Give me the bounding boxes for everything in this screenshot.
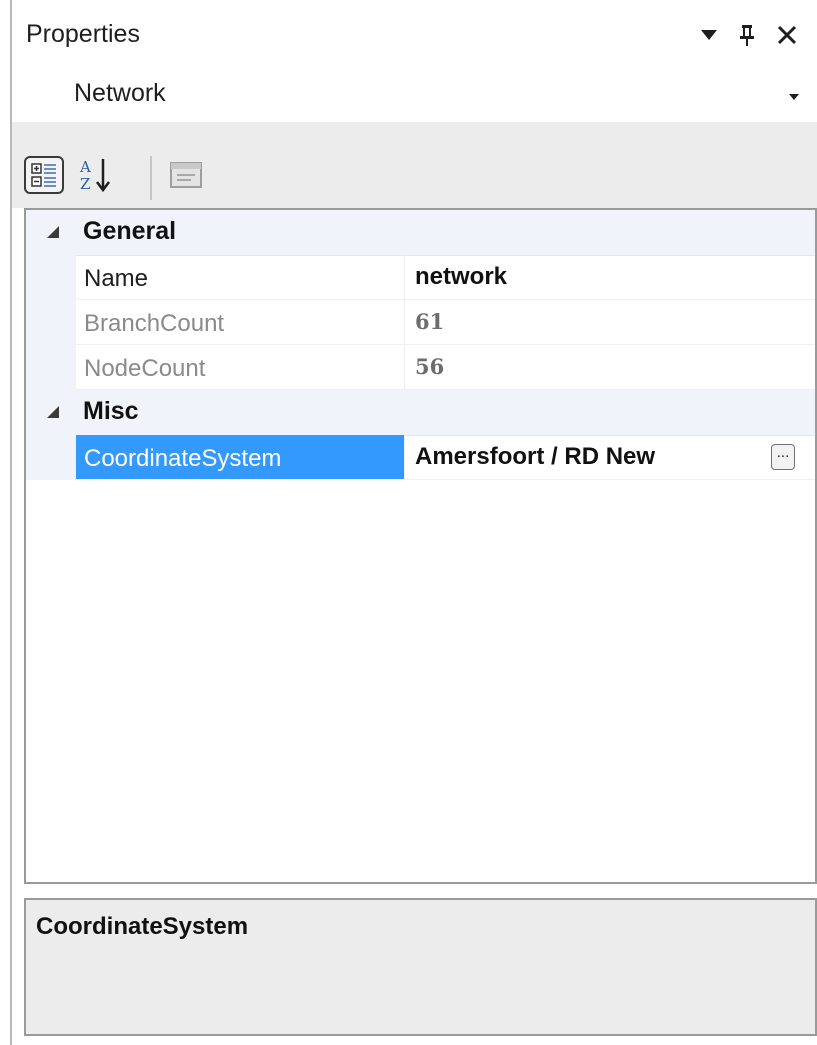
property-value: 56	[404, 345, 815, 390]
properties-panel: Properties Network A Z General Name netw…	[10, 0, 817, 1045]
category-general[interactable]: General	[26, 210, 815, 256]
property-value: 61	[404, 300, 815, 345]
svg-text:Z: Z	[80, 175, 90, 193]
alphabetical-button[interactable]: A Z	[72, 154, 120, 196]
description-title: CoordinateSystem	[36, 913, 249, 940]
row-gutter	[26, 300, 76, 345]
property-name: CoordinateSystem	[76, 435, 404, 480]
property-pages-icon	[170, 162, 202, 188]
category-label: Misc	[83, 397, 139, 425]
property-row-name[interactable]: Name network	[26, 255, 815, 300]
row-gutter	[26, 435, 76, 480]
property-name: NodeCount	[76, 345, 404, 390]
row-gutter	[26, 345, 76, 390]
object-selector[interactable]: Network	[12, 70, 817, 122]
collapse-triangle-icon[interactable]	[46, 225, 60, 244]
sort-az-icon: A Z	[79, 158, 110, 193]
ellipsis-button[interactable]: ...	[771, 444, 795, 470]
property-row-coordinatesystem[interactable]: CoordinateSystem Amersfoort / RD New ...	[26, 435, 815, 480]
property-grid-toolbar: A Z	[12, 122, 817, 208]
collapse-triangle-icon[interactable]	[46, 405, 60, 424]
property-grid: General Name network BranchCount 61 Node…	[24, 208, 817, 884]
toolbar-separator	[150, 156, 152, 200]
categorized-button[interactable]	[20, 154, 68, 196]
selected-object-name: Network	[74, 79, 166, 107]
property-pages-button	[162, 154, 210, 196]
row-gutter	[26, 255, 76, 300]
pin-icon[interactable]	[732, 18, 762, 52]
property-row-nodecount[interactable]: NodeCount 56	[26, 345, 815, 390]
property-row-branchcount[interactable]: BranchCount 61	[26, 300, 815, 345]
description-pane: CoordinateSystem	[24, 898, 817, 1036]
svg-text:A: A	[79, 158, 91, 176]
panel-title-bar: Properties	[12, 0, 817, 70]
property-value-text: Amersfoort / RD New	[415, 443, 656, 470]
property-name: BranchCount	[76, 300, 404, 345]
window-position-dropdown-icon[interactable]	[694, 18, 724, 52]
panel-title: Properties	[26, 20, 140, 48]
categorized-icon	[24, 156, 64, 194]
property-name: Name	[76, 255, 404, 300]
category-misc[interactable]: Misc	[26, 390, 815, 436]
property-value[interactable]: Amersfoort / RD New ...	[404, 435, 815, 480]
property-value[interactable]: network	[404, 255, 815, 300]
chevron-down-icon[interactable]	[780, 82, 808, 112]
category-label: General	[83, 217, 177, 245]
close-icon[interactable]	[772, 18, 802, 52]
